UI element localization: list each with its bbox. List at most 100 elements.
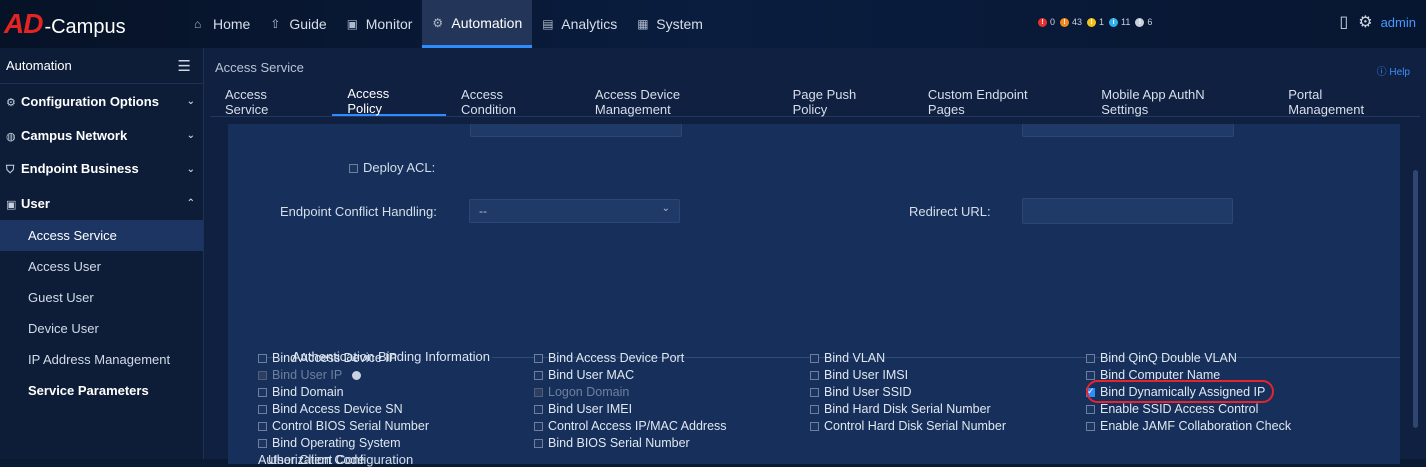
binding-option-bind-user-imei[interactable]: Bind User IMEI bbox=[534, 402, 632, 416]
collapse-menu-icon[interactable]: ☰ bbox=[178, 57, 191, 75]
nav-home[interactable]: ⌂ Home bbox=[184, 0, 260, 48]
checkbox[interactable] bbox=[1086, 422, 1095, 432]
checkbox[interactable] bbox=[258, 422, 267, 432]
nav-system[interactable]: ▦ System bbox=[627, 0, 713, 48]
binding-option-bind-user-mac[interactable]: Bind User MAC bbox=[534, 368, 634, 382]
checkbox[interactable] bbox=[258, 388, 267, 398]
alert-count[interactable]: 1 bbox=[1099, 17, 1104, 27]
tab-access-policy[interactable]: Access Policy bbox=[332, 86, 447, 116]
binding-option-bind-user-ssid[interactable]: Bind User SSID bbox=[810, 385, 912, 399]
checkbox[interactable] bbox=[534, 439, 543, 449]
checkbox[interactable] bbox=[258, 405, 267, 415]
checkbox[interactable] bbox=[810, 354, 819, 364]
checkbox[interactable] bbox=[534, 388, 543, 398]
help-icon: ⓘ bbox=[1376, 67, 1387, 78]
tab-custom-endpoint-pages[interactable]: Custom Endpoint Pages bbox=[913, 87, 1086, 117]
sidebar-item-service-parameters[interactable]: Service Parameters bbox=[0, 375, 203, 406]
checkbox[interactable] bbox=[1086, 405, 1095, 415]
logo-ad: AD bbox=[4, 8, 43, 39]
alert-dot-icon[interactable]: i bbox=[1109, 17, 1119, 27]
deploy-vlan-field-partial[interactable] bbox=[1022, 124, 1234, 137]
sidebar-item-ip-address-management[interactable]: IP Address Management bbox=[0, 344, 203, 375]
alert-dot-icon[interactable]: ! bbox=[1038, 17, 1047, 27]
sidebar-group-campus-network[interactable]: ◍ Campus Network ⌄ bbox=[0, 118, 203, 152]
binding-option-control-access-ip-mac-address[interactable]: Control Access IP/MAC Address bbox=[534, 419, 727, 433]
alert-count[interactable]: 43 bbox=[1072, 17, 1082, 27]
help-label: Help bbox=[1389, 67, 1410, 78]
sidebar-group-configuration-options[interactable]: ⚙ Configuration Options ⌄ bbox=[0, 84, 203, 118]
sidebar-item-access-user[interactable]: Access User bbox=[0, 251, 203, 282]
binding-option-bind-vlan[interactable]: Bind VLAN bbox=[810, 351, 885, 365]
nav-guide[interactable]: ⇧ Guide bbox=[260, 0, 336, 48]
binding-option-bind-access-device-ip[interactable]: Bind Access Device IP bbox=[258, 351, 397, 365]
user-menu[interactable]: admin bbox=[1381, 15, 1416, 30]
deploy-acl-checkbox[interactable] bbox=[349, 164, 358, 174]
gear-icon: ⚙ bbox=[6, 96, 16, 109]
tab-access-service[interactable]: Access Service bbox=[210, 87, 332, 117]
checkbox[interactable] bbox=[1086, 354, 1095, 364]
sidebar-item-guest-user[interactable]: Guest User bbox=[0, 282, 203, 313]
alert-count[interactable]: 0 bbox=[1050, 17, 1055, 27]
checkbox[interactable] bbox=[258, 439, 267, 449]
binding-option-bind-bios-serial-number[interactable]: Bind BIOS Serial Number bbox=[534, 436, 690, 450]
binding-option-bind-operating-system[interactable]: Bind Operating System bbox=[258, 436, 401, 450]
signpost-icon: ⇧ bbox=[270, 17, 281, 31]
checkbox[interactable] bbox=[534, 422, 543, 432]
binding-option-bind-qinq-double-vlan[interactable]: Bind QinQ Double VLAN bbox=[1086, 351, 1237, 365]
checkbox[interactable] bbox=[534, 371, 543, 381]
checkbox[interactable] bbox=[534, 354, 543, 364]
info-icon[interactable] bbox=[352, 371, 362, 381]
checkbox[interactable] bbox=[258, 371, 267, 381]
analytics-icon: ▤ bbox=[542, 17, 554, 31]
nav-monitor[interactable]: ▣ Monitor bbox=[337, 0, 423, 48]
tab-page-push-policy[interactable]: Page Push Policy bbox=[778, 87, 913, 117]
alert-dot-icon[interactable]: ! bbox=[1060, 17, 1070, 27]
checkbox[interactable] bbox=[1086, 371, 1095, 381]
checkbox[interactable] bbox=[258, 354, 267, 364]
binding-option-bind-access-device-sn[interactable]: Bind Access Device SN bbox=[258, 402, 403, 416]
tab-portal-management[interactable]: Portal Management bbox=[1273, 87, 1420, 117]
alert-count[interactable]: 6 bbox=[1147, 17, 1152, 27]
nav-analytics[interactable]: ▤ Analytics bbox=[532, 0, 627, 48]
sidebar: Automation ☰ ⚙ Configuration Options ⌄ ◍ Cam… bbox=[0, 48, 204, 459]
checkbox[interactable] bbox=[810, 388, 819, 398]
binding-option-logon-domain[interactable]: Logon Domain bbox=[534, 385, 629, 399]
chevron-icon: ⌄ bbox=[186, 129, 195, 141]
sidebar-item-access-service[interactable]: Access Service bbox=[0, 220, 203, 251]
binding-option-enable-jamf-collaboration-check[interactable]: Enable JAMF Collaboration Check bbox=[1086, 419, 1291, 433]
binding-option-bind-access-device-port[interactable]: Bind Access Device Port bbox=[534, 351, 684, 365]
binding-option-bind-user-ip[interactable]: Bind User IP bbox=[258, 368, 362, 382]
alert-dot-icon[interactable]: ! bbox=[1087, 17, 1097, 27]
endpoint-conflict-select[interactable]: -- ⌄ bbox=[469, 199, 680, 223]
redirect-url-input[interactable] bbox=[1022, 198, 1233, 224]
binding-option-enable-ssid-access-control[interactable]: Enable SSID Access Control bbox=[1086, 402, 1258, 416]
binding-option-label: Bind VLAN bbox=[824, 351, 886, 365]
binding-option-bind-domain[interactable]: Bind Domain bbox=[258, 385, 344, 399]
sidebar-group-endpoint-business[interactable]: ⛉ Endpoint Business ⌄ bbox=[0, 152, 203, 186]
tab-access-condition[interactable]: Access Condition bbox=[446, 87, 580, 117]
tab-access-device-management[interactable]: Access Device Management bbox=[580, 87, 778, 117]
alert-count[interactable]: 11 bbox=[1121, 17, 1130, 27]
user-icon: ▣ bbox=[6, 198, 17, 211]
gear-icon[interactable]: ⚙ bbox=[1358, 12, 1372, 32]
document-icon[interactable]: ▯ bbox=[1339, 12, 1348, 32]
checkbox[interactable] bbox=[810, 422, 819, 432]
binding-option-bind-user-imsi[interactable]: Bind User IMSI bbox=[810, 368, 908, 382]
alert-counters: ! 0! 43! 1 i 11! 6 bbox=[1036, 17, 1155, 27]
checkbox[interactable] bbox=[810, 405, 819, 415]
binding-option-control-hard-disk-serial-number[interactable]: Control Hard Disk Serial Number bbox=[810, 419, 1006, 433]
sidebar-group-user[interactable]: ▣ User ⌃ bbox=[0, 186, 203, 220]
checkbox[interactable] bbox=[534, 405, 543, 415]
deploy-field-partial[interactable] bbox=[470, 124, 682, 137]
binding-option-control-bios-serial-number[interactable]: Control BIOS Serial Number bbox=[258, 419, 429, 433]
help-link[interactable]: ⓘ Help bbox=[1377, 63, 1410, 78]
alert-dot-icon[interactable]: ! bbox=[1135, 17, 1145, 27]
nav-label: Monitor bbox=[365, 16, 413, 32]
deploy-acl-option[interactable]: Deploy ACL: bbox=[349, 160, 435, 175]
scrollbar[interactable] bbox=[1413, 170, 1418, 428]
nav-automation[interactable]: ⚙ Automation bbox=[422, 0, 533, 48]
tab-mobile-app-authn-settings[interactable]: Mobile App AuthN Settings bbox=[1086, 87, 1273, 117]
checkbox[interactable] bbox=[810, 371, 819, 381]
sidebar-item-device-user[interactable]: Device User bbox=[0, 313, 203, 344]
binding-option-bind-hard-disk-serial-number[interactable]: Bind Hard Disk Serial Number bbox=[810, 402, 991, 416]
